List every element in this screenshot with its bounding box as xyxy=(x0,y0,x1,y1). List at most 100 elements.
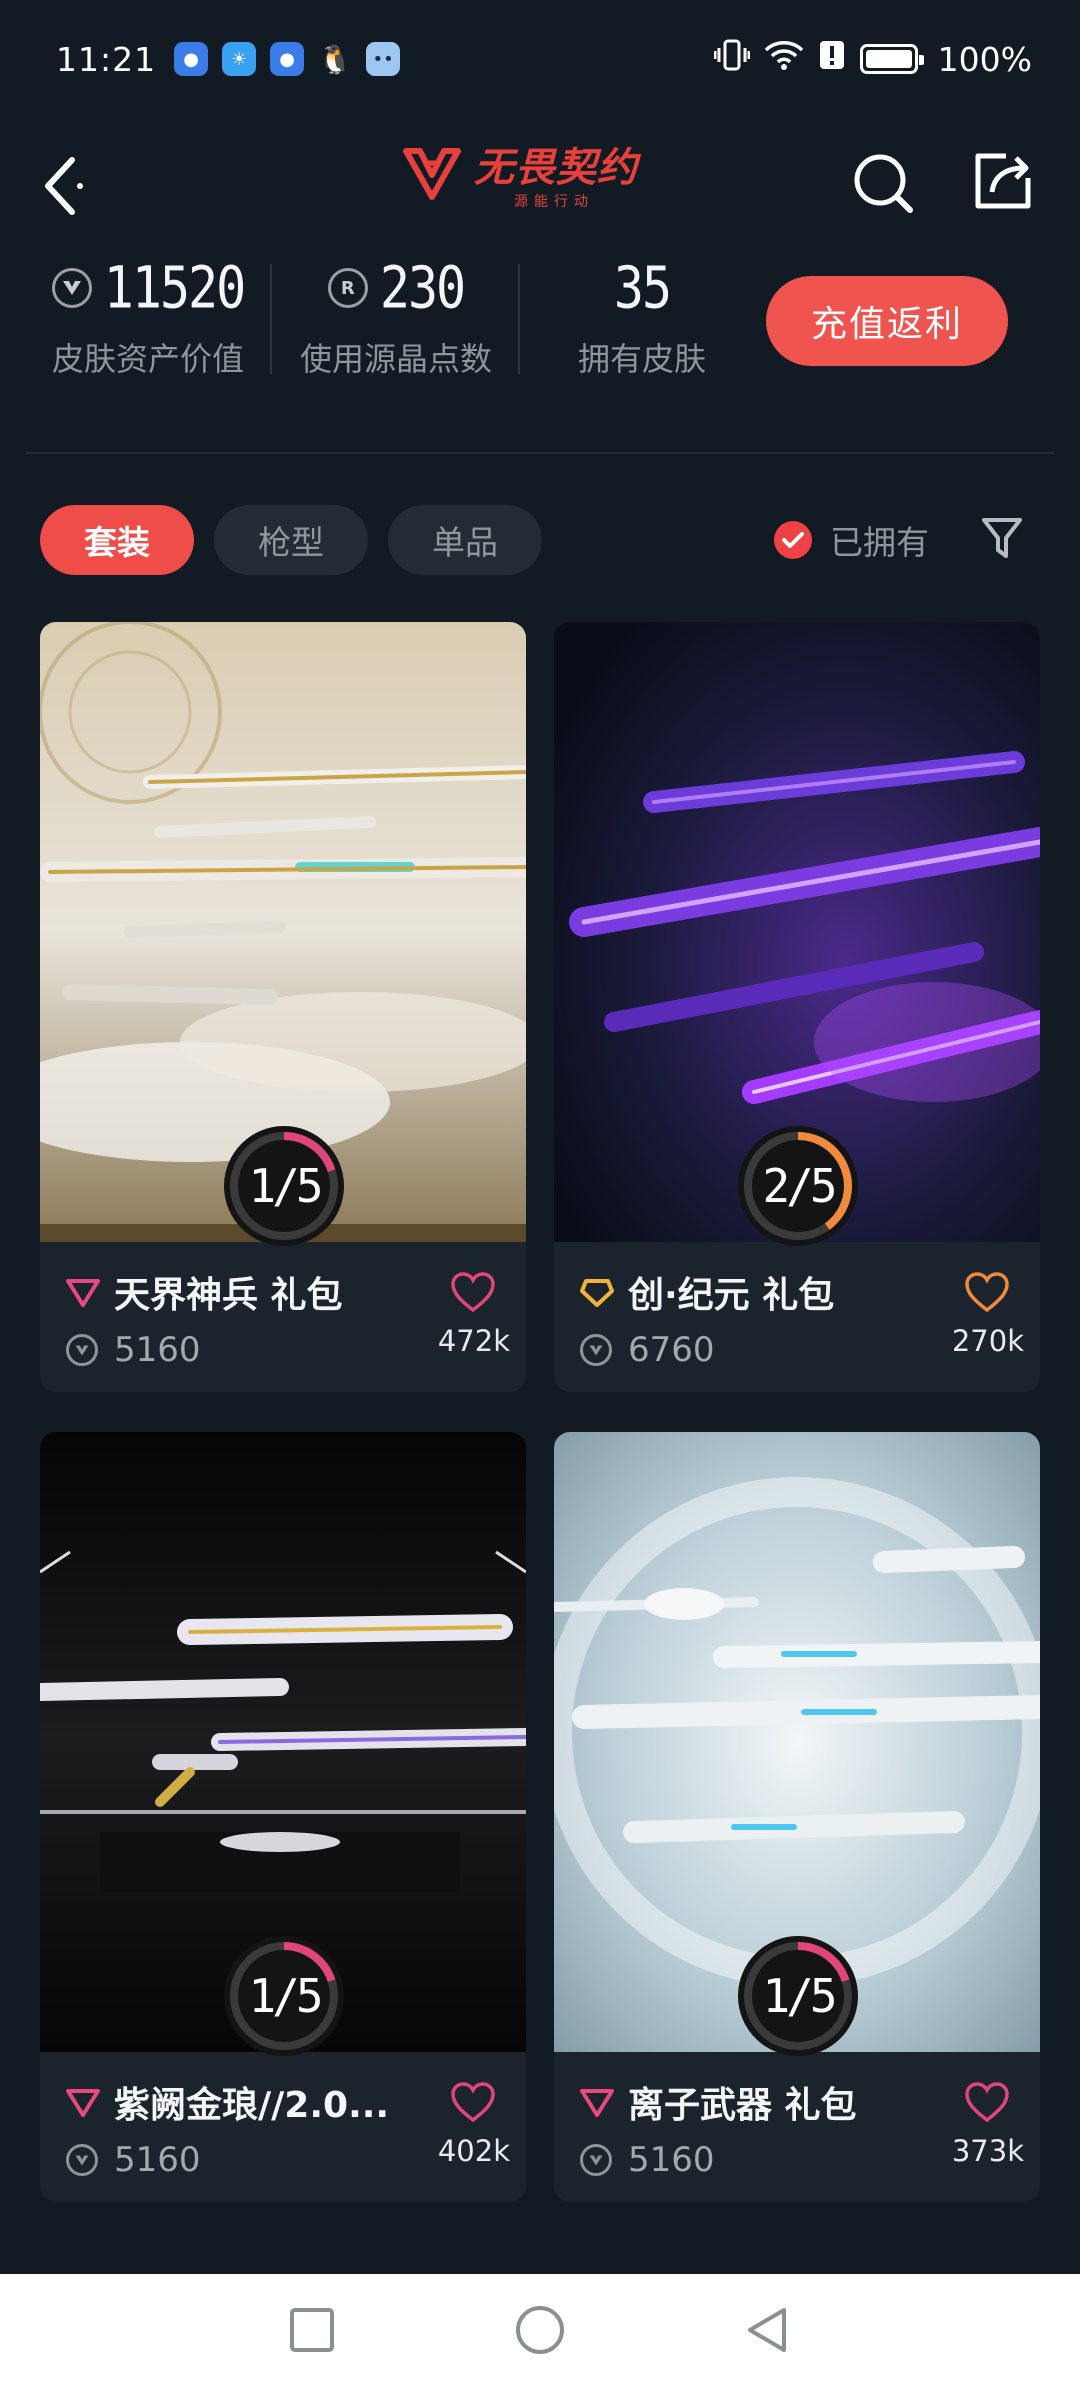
bundle-card[interactable]: 2/5 创·纪元 礼包 6760 270k xyxy=(554,622,1040,1392)
tab-single-item[interactable]: 单品 xyxy=(388,505,542,575)
card-title: 创·纪元 礼包 xyxy=(628,1275,835,1316)
card-title: 离子武器 礼包 xyxy=(628,2085,857,2126)
stat-divider xyxy=(270,264,272,374)
card-title-row: 离子武器 礼包 xyxy=(580,2076,857,2128)
card-price: 5160 xyxy=(628,2140,715,2180)
owned-label: 拥有皮肤 xyxy=(577,340,706,378)
weather-icon: ☀ xyxy=(222,42,257,76)
triangle-back-icon xyxy=(748,2308,786,2352)
qq-icon: 🐧 xyxy=(317,42,353,76)
card-title: 紫阙金琅//2.0... xyxy=(114,2085,390,2126)
logo-subtitle: 源能行动 xyxy=(514,194,594,210)
vp-coin-icon xyxy=(66,1334,98,1366)
bundle-card[interactable]: 1/5 紫阙金琅//2.0... 5160 402k xyxy=(40,1432,526,2202)
tier-badge-icon xyxy=(66,1279,100,1307)
app-logo: 无畏契约 源能行动 xyxy=(400,118,680,228)
progress-text: 1/5 xyxy=(248,1159,323,1213)
points-label: 使用源晶点数 xyxy=(299,340,492,378)
recharge-button[interactable]: 充值返利 xyxy=(766,276,1008,366)
system-nav-bar xyxy=(0,2274,1080,2388)
filter-button[interactable] xyxy=(980,514,1024,564)
like-count: 472k xyxy=(437,1324,510,1358)
vp-coin-icon xyxy=(580,1334,612,1366)
circle-icon xyxy=(516,2306,564,2354)
stat-asset-value: 11520 皮肤资产价值 xyxy=(28,248,268,398)
collection-progress: 1/5 xyxy=(220,1932,348,2060)
checkbox-checked-icon xyxy=(774,521,812,559)
owned-toggle[interactable]: 已拥有 xyxy=(774,510,929,570)
card-info: 创·纪元 礼包 6760 270k xyxy=(554,1242,1040,1392)
like-count: 270k xyxy=(951,1324,1024,1358)
app-icon: ● xyxy=(270,42,305,76)
bundle-card[interactable]: 1/5 离子武器 礼包 5160 373k xyxy=(554,1432,1040,2202)
asset-label: 皮肤资产价值 xyxy=(51,340,244,378)
search-button[interactable] xyxy=(850,150,916,216)
bundle-card[interactable]: 1/5 天界神兵 礼包 5160 472k xyxy=(40,622,526,1392)
nav-bar: 无畏契约 源能行动 xyxy=(0,118,1080,248)
points-value: 230 xyxy=(379,254,466,322)
like-count: 402k xyxy=(437,2134,510,2168)
vp-coin-icon xyxy=(66,2144,98,2176)
like-button[interactable] xyxy=(964,2082,1010,2124)
card-price: 6760 xyxy=(628,1330,715,1370)
collection-progress: 1/5 xyxy=(220,1122,348,1250)
section-divider xyxy=(26,452,1054,454)
status-time: 11:21 xyxy=(56,39,157,79)
collection-progress: 2/5 xyxy=(734,1122,862,1250)
stat-value-row: 35 xyxy=(522,248,762,328)
home-button[interactable] xyxy=(512,2302,568,2358)
share-icon xyxy=(975,153,1031,209)
card-price-row: 5160 xyxy=(580,2140,715,2180)
status-bar: 11:21 ● ☀ ● 🐧 •• 100% xyxy=(0,0,1080,118)
tab-bundles[interactable]: 套装 xyxy=(40,505,194,575)
vp-coin-icon xyxy=(51,268,92,308)
progress-text: 2/5 xyxy=(762,1159,837,1213)
logo-text: 无畏契约 源能行动 xyxy=(474,135,638,211)
owned-filter-label: 已拥有 xyxy=(830,523,929,562)
recent-apps-button[interactable] xyxy=(284,2302,340,2358)
like-button[interactable] xyxy=(964,1272,1010,1314)
back-button[interactable] xyxy=(40,154,96,218)
heart-icon xyxy=(451,2082,495,2123)
stat-owned: 35 拥有皮肤 xyxy=(522,248,762,398)
vibrate-icon xyxy=(713,38,751,80)
card-info: 天界神兵 礼包 5160 472k xyxy=(40,1242,526,1392)
heart-icon xyxy=(451,1272,495,1313)
tier-badge-icon xyxy=(580,2089,614,2117)
card-title-row: 创·纪元 礼包 xyxy=(580,1266,834,1318)
stat-points: R 230 使用源晶点数 xyxy=(276,248,516,398)
chevron-left-icon xyxy=(45,157,83,215)
progress-text: 1/5 xyxy=(762,1969,837,2023)
card-title: 天界神兵 礼包 xyxy=(114,1275,343,1316)
like-button[interactable] xyxy=(450,2082,496,2124)
collection-progress: 1/5 xyxy=(734,1932,862,2060)
like-button[interactable] xyxy=(450,1272,496,1314)
logo-title: 无畏契约 xyxy=(474,145,638,191)
tab-weapon-type[interactable]: 枪型 xyxy=(214,505,368,575)
battery-percent: 100% xyxy=(937,39,1032,79)
card-info: 紫阙金琅//2.0... 5160 402k xyxy=(40,2052,526,2202)
stat-divider xyxy=(518,264,520,374)
card-info: 离子武器 礼包 5160 373k xyxy=(554,2052,1040,2202)
card-price-row: 6760 xyxy=(580,1330,715,1370)
valorant-logo-icon xyxy=(403,148,461,200)
tier-badge-icon xyxy=(66,2089,100,2117)
share-button[interactable] xyxy=(970,148,1036,214)
heart-icon xyxy=(965,2082,1009,2123)
heart-icon xyxy=(965,1272,1009,1313)
card-title-row: 紫阙金琅//2.0... xyxy=(66,2076,389,2128)
card-price-row: 5160 xyxy=(66,2140,201,2180)
radianite-icon: R xyxy=(327,268,368,308)
stat-value-row: 11520 xyxy=(28,248,268,328)
battery-icon xyxy=(859,44,924,74)
chat-icon: •• xyxy=(366,42,401,76)
back-nav-button[interactable] xyxy=(740,2302,796,2358)
owned-value: 35 xyxy=(613,254,672,322)
app-icon: ● xyxy=(174,42,209,76)
card-title-row: 天界神兵 礼包 xyxy=(66,1266,343,1318)
progress-text: 1/5 xyxy=(248,1969,323,2023)
square-icon xyxy=(290,2308,334,2352)
search-icon xyxy=(854,154,913,213)
category-tabs: 套装 枪型 单品 xyxy=(40,505,542,575)
filter-icon xyxy=(982,518,1022,558)
